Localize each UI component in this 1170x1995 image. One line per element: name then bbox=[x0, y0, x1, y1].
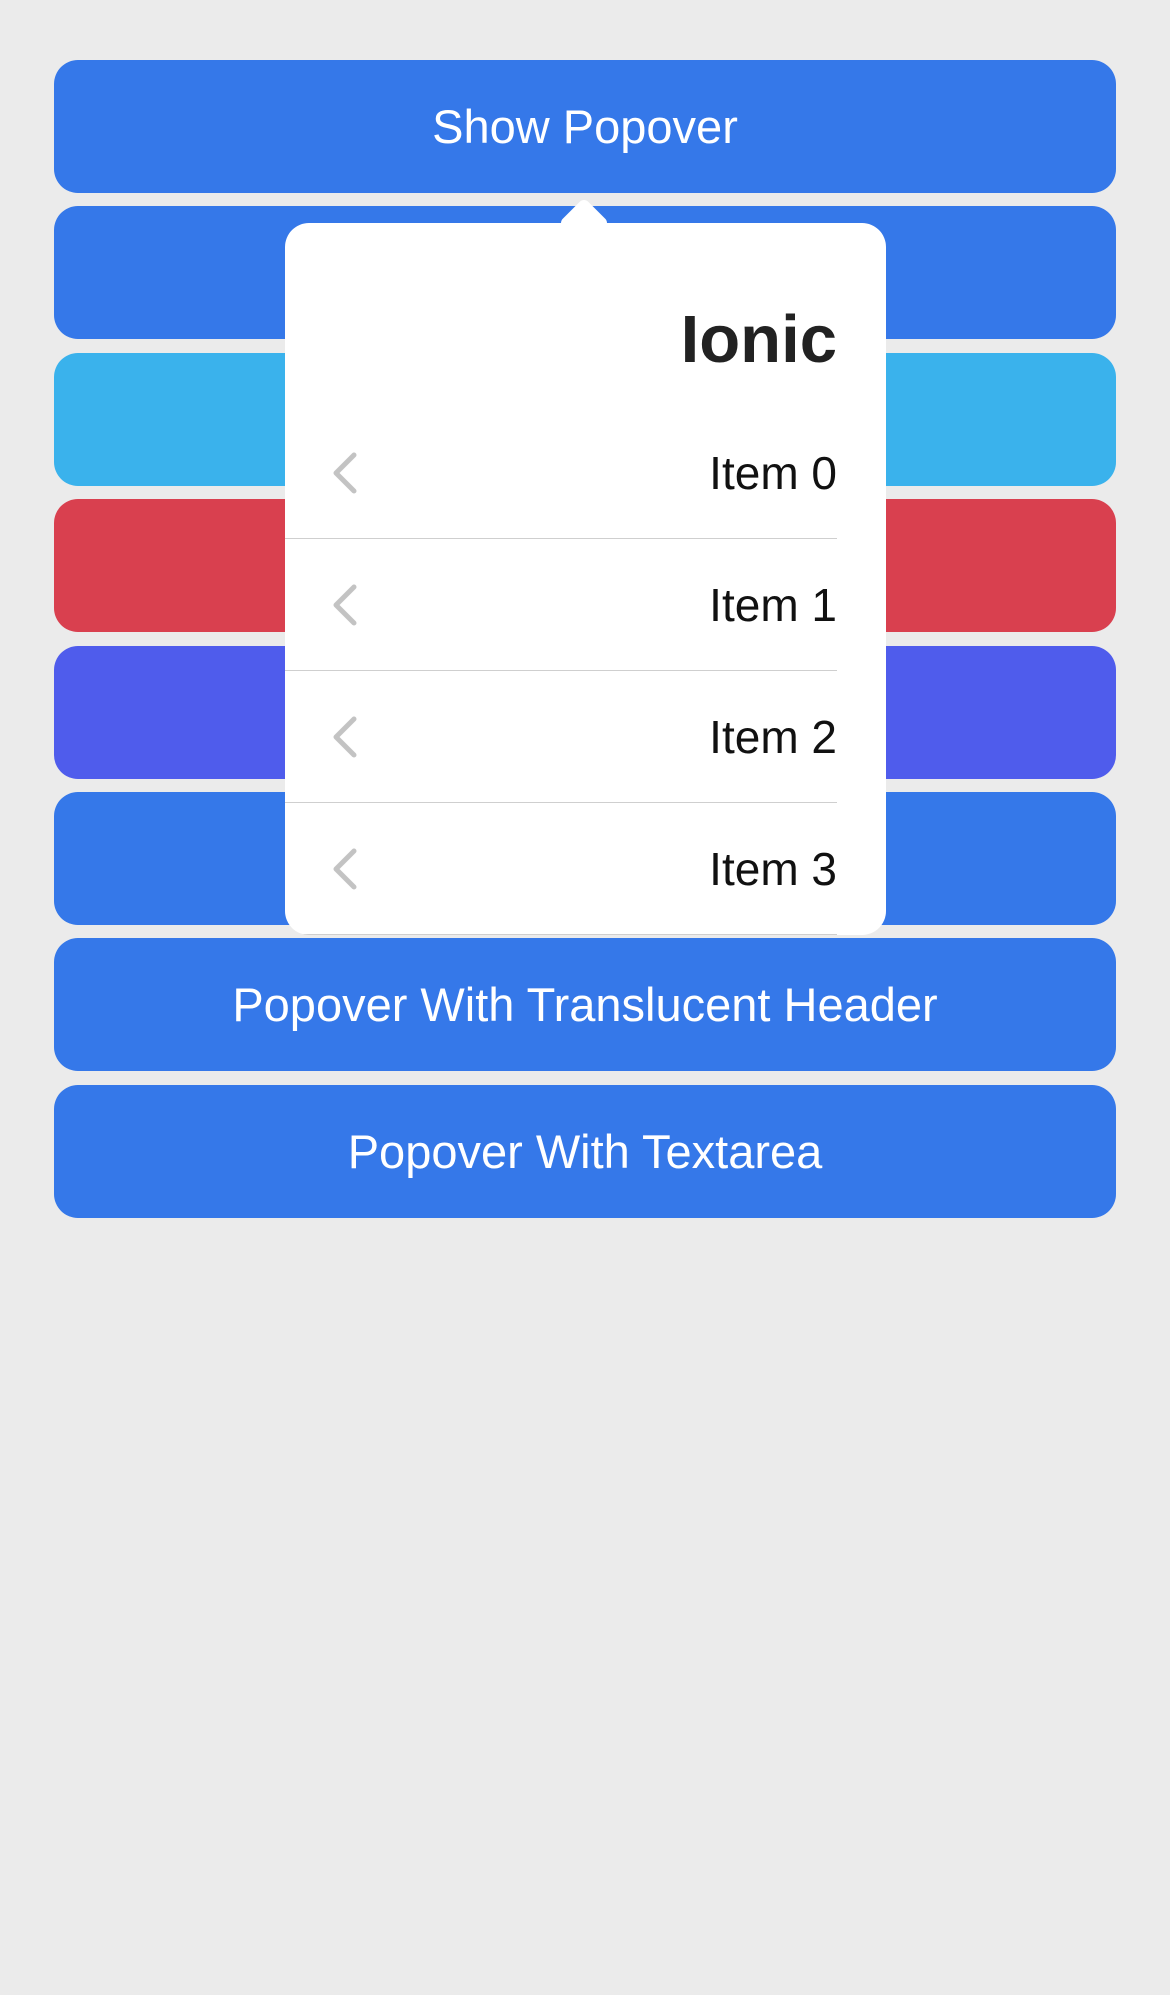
list-item-label: Item 2 bbox=[709, 711, 837, 763]
list-item-1[interactable]: Item 1 bbox=[285, 539, 886, 671]
list-item-3[interactable]: Item 3 bbox=[285, 803, 886, 935]
chevron-back-icon bbox=[328, 847, 364, 891]
popover-title: Ionic bbox=[680, 302, 837, 377]
chevron-back-icon bbox=[328, 715, 364, 759]
popover: Ionic Item 0 Item 1 Item 2 Item 3 bbox=[285, 223, 886, 935]
chevron-back-icon bbox=[328, 451, 364, 495]
list-item-label: Item 3 bbox=[709, 843, 837, 895]
list-item-0[interactable]: Item 0 bbox=[285, 407, 886, 539]
list-item-label: Item 1 bbox=[709, 579, 837, 631]
list-item-label: Item 0 bbox=[709, 447, 837, 499]
list-separator bbox=[285, 934, 837, 935]
chevron-back-icon bbox=[328, 583, 364, 627]
list-item-2[interactable]: Item 2 bbox=[285, 671, 886, 803]
